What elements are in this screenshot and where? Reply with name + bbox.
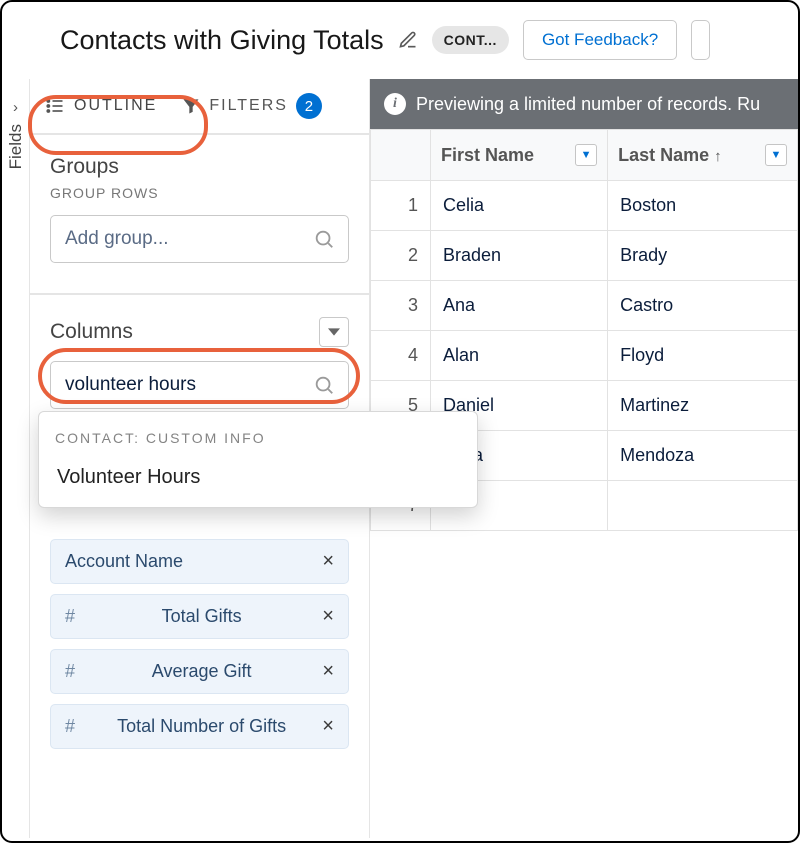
columns-section: Columns CONTACT: CUSTOM INFO Volunteer H… [30,295,369,769]
cell-first-name[interactable]: Celia [431,181,608,231]
column-pill[interactable]: # Total Gifts × [50,594,349,639]
panel-tabs: OUTLINE FILTERS 2 [30,79,369,135]
groups-heading: Groups [50,155,349,179]
column-pill-label: Total Gifts [162,606,242,627]
report-header: Contacts with Giving Totals CONT... Got … [2,2,798,79]
column-pill-label: Average Gift [152,661,252,682]
add-group-input[interactable] [50,215,349,263]
funnel-icon [181,96,201,116]
table-row: 2BradenBrady [371,231,798,281]
cell-first-name[interactable]: Ana [431,281,608,331]
report-title: Contacts with Giving Totals [60,25,384,56]
banner-text: Previewing a limited number of records. … [416,94,760,115]
column-pill[interactable]: # Average Gift × [50,649,349,694]
number-icon: # [65,716,75,737]
tab-filters[interactable]: FILTERS 2 [181,93,322,119]
chevron-right-icon: › [13,99,18,116]
cell-first-name[interactable]: Alan [431,331,608,381]
remove-column-icon[interactable]: × [322,550,334,573]
col-last-name[interactable]: Last Name ↑ ▼ [608,130,798,181]
preview-banner: i Previewing a limited number of records… [370,79,798,129]
tab-filters-label: FILTERS [209,97,288,115]
filters-count-badge: 2 [296,93,322,119]
cell-first-name[interactable]: Braden [431,231,608,281]
row-number: 3 [371,281,431,331]
info-icon: i [384,93,406,115]
column-pill[interactable]: # Total Number of Gifts × [50,704,349,749]
columns-autocomplete: CONTACT: CUSTOM INFO Volunteer Hours [38,411,478,508]
list-icon [44,96,66,116]
column-pill-label: Account Name [65,551,183,572]
sort-asc-icon: ↑ [714,148,722,165]
number-icon: # [65,661,75,682]
remove-column-icon[interactable]: × [322,605,334,628]
remove-column-icon[interactable]: × [322,715,334,738]
cell-last-name[interactable]: Boston [608,181,798,231]
fields-rail[interactable]: › Fields [2,79,30,838]
rownum-header [371,130,431,181]
search-icon [313,374,335,396]
tab-outline-label: OUTLINE [74,97,157,115]
column-menu-button[interactable]: ▼ [575,144,597,166]
autocomplete-category: CONTACT: CUSTOM INFO [55,430,461,446]
cell-last-name[interactable]: Martinez [608,381,798,431]
number-icon: # [65,606,75,627]
autocomplete-item[interactable]: Volunteer Hours [55,460,461,495]
fields-rail-label: Fields [6,124,26,169]
table-row: 1CeliaBoston [371,181,798,231]
col-first-name-label: First Name [441,145,534,166]
column-pill[interactable]: Account Name × [50,539,349,584]
main-area: › Fields OUTLINE FILTERS 2 Groups GROUP … [2,79,798,838]
cell-last-name[interactable]: Brady [608,231,798,281]
columns-search-input[interactable] [50,361,349,409]
pencil-icon[interactable] [398,30,418,50]
col-first-name[interactable]: First Name ▼ [431,130,608,181]
groups-section: Groups GROUP ROWS [30,135,369,269]
overflow-button[interactable] [691,20,710,60]
cell-last-name[interactable]: Floyd [608,331,798,381]
group-rows-subhead: GROUP ROWS [50,185,349,201]
feedback-button[interactable]: Got Feedback? [523,20,677,60]
col-last-name-label: Last Name [618,145,709,165]
cell-last-name[interactable] [608,481,798,531]
columns-menu-button[interactable] [319,317,349,347]
cell-last-name[interactable]: Mendoza [608,431,798,481]
row-number: 4 [371,331,431,381]
tab-outline[interactable]: OUTLINE [44,96,157,116]
row-number: 1 [371,181,431,231]
cell-last-name[interactable]: Castro [608,281,798,331]
table-row: 3AnaCastro [371,281,798,331]
left-panel: OUTLINE FILTERS 2 Groups GROUP ROWS [30,79,370,838]
row-number: 2 [371,231,431,281]
table-row: 4AlanFloyd [371,331,798,381]
column-menu-button[interactable]: ▼ [765,144,787,166]
column-pill-label: Total Number of Gifts [117,716,286,737]
object-chip[interactable]: CONT... [432,26,509,54]
columns-heading: Columns [50,320,133,344]
remove-column-icon[interactable]: × [322,660,334,683]
search-icon [313,228,335,250]
